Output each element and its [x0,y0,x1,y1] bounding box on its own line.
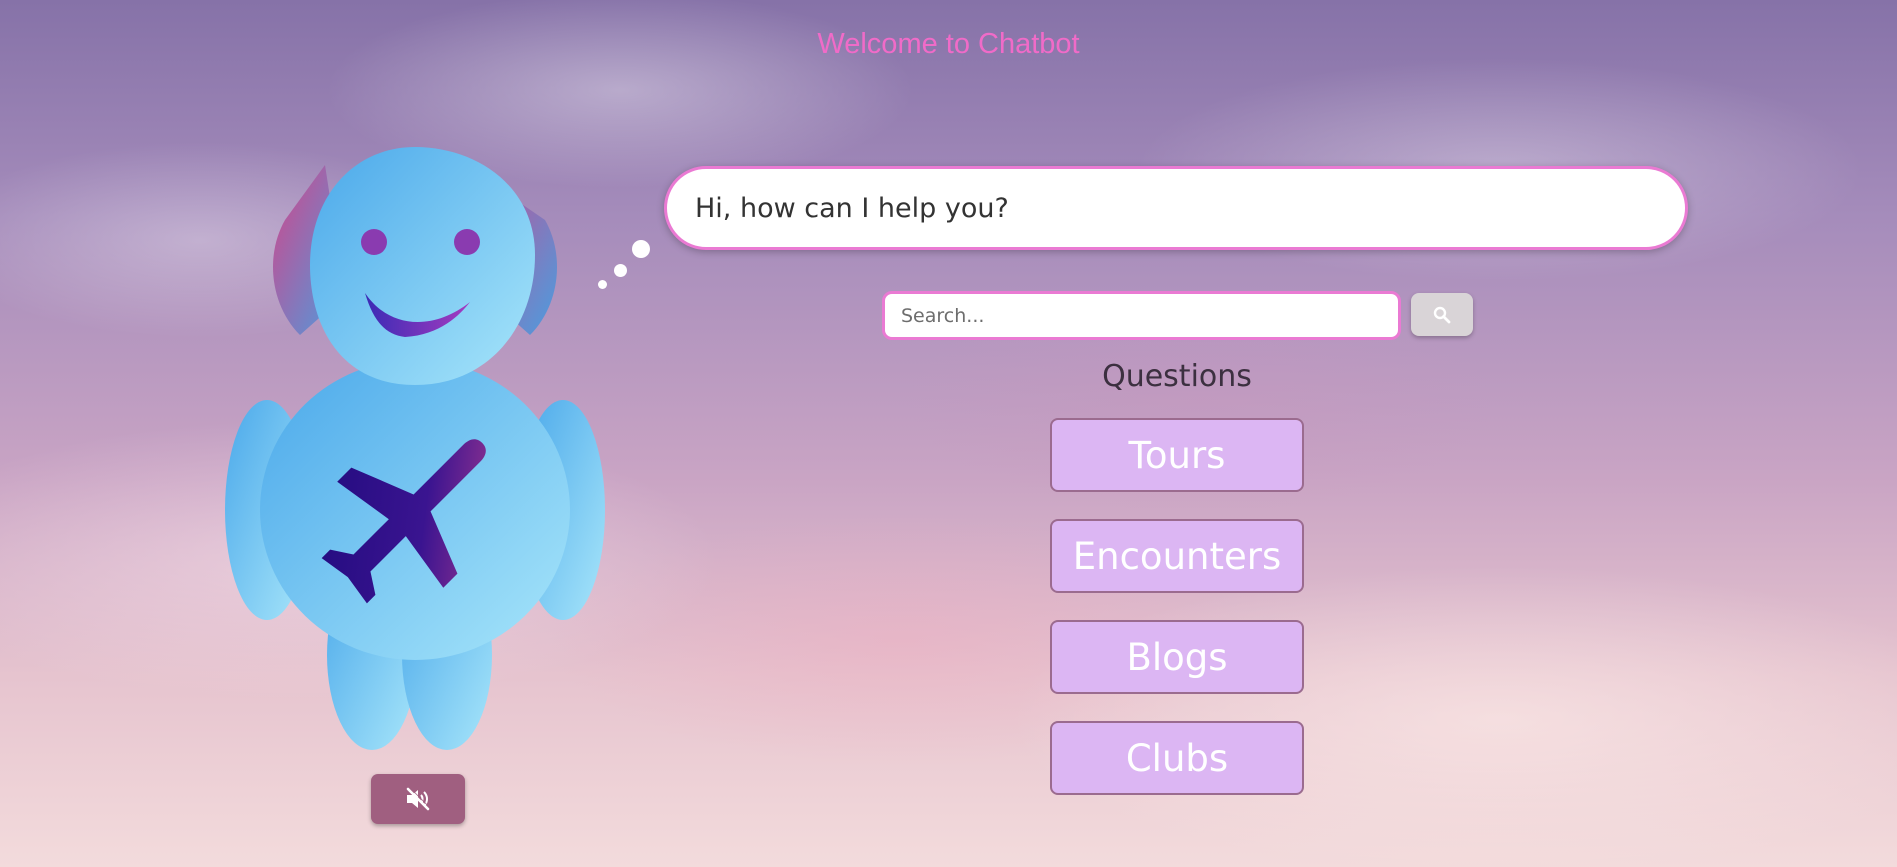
question-button-encounters[interactable]: Encounters [1050,519,1304,593]
bot-avatar [225,145,605,755]
robot-mascot-icon [225,147,605,750]
question-button-label: Blogs [1126,635,1228,679]
bot-speech-bubble: Hi, how can I help you? [664,166,1688,250]
bot-greeting-text: Hi, how can I help you? [695,192,1009,224]
mute-button[interactable] [371,774,465,824]
page-title: Welcome to Chatbot [817,28,1080,60]
question-button-label: Clubs [1125,736,1229,780]
question-button-blogs[interactable]: Blogs [1050,620,1304,694]
thought-bubble-dots [590,232,650,292]
question-button-label: Encounters [1072,534,1282,578]
questions-heading: Questions [1102,359,1252,394]
search-icon [1433,306,1451,323]
question-button-clubs[interactable]: Clubs [1050,721,1304,795]
volume-mute-icon [406,787,430,811]
search-input[interactable] [882,291,1401,340]
question-button-tours[interactable]: Tours [1050,418,1304,492]
question-button-label: Tours [1128,433,1226,477]
chatbot-page: Welcome to Chatbot Hi, how can I help yo… [0,0,1897,867]
search-button[interactable] [1411,293,1473,336]
